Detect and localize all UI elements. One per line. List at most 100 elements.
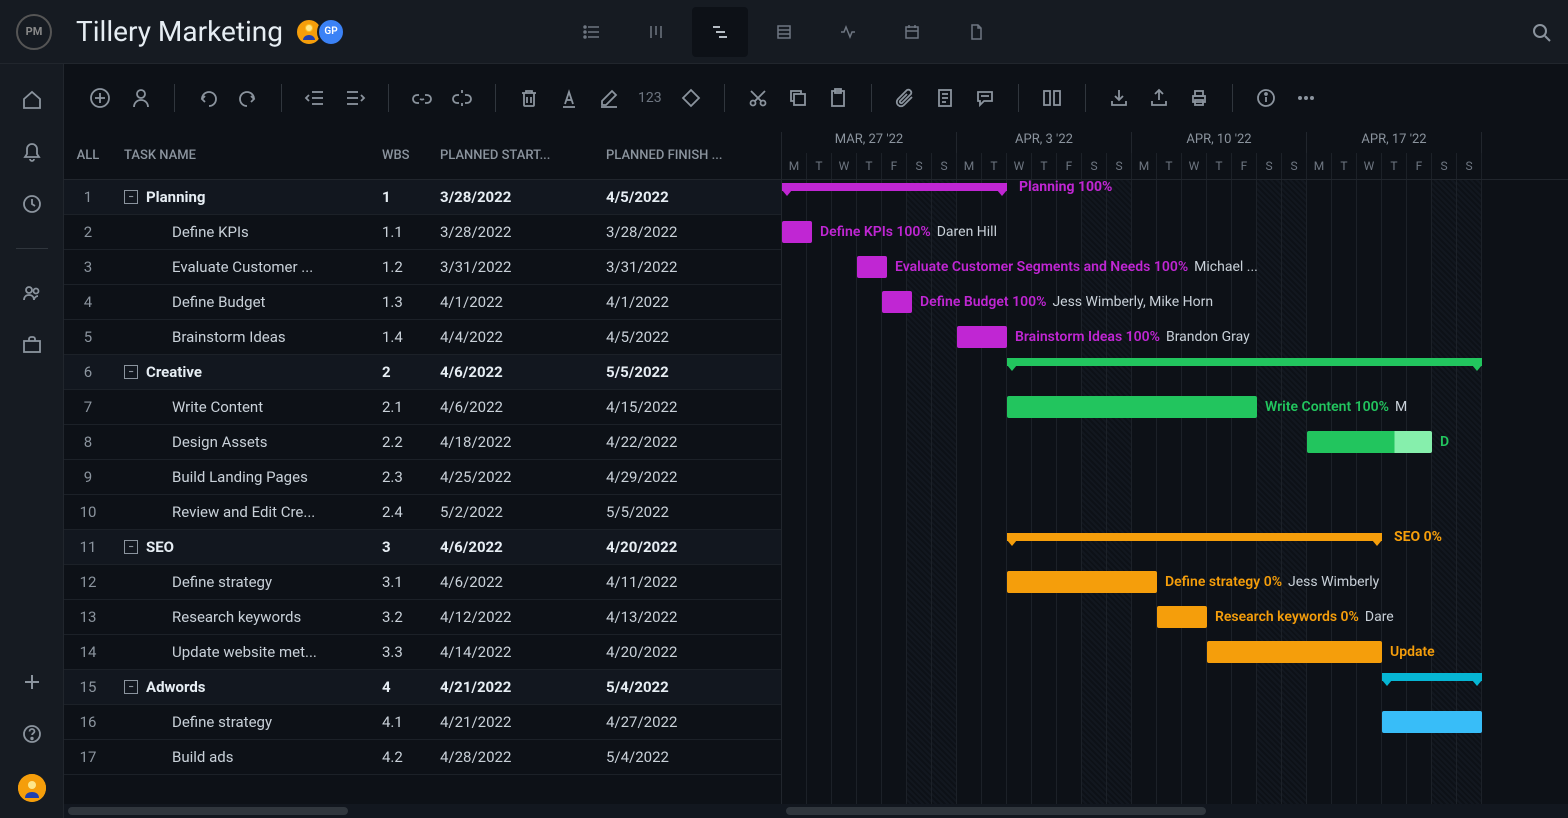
add-icon[interactable] [20,670,44,694]
columns-icon[interactable] [1041,87,1063,109]
table-row[interactable]: 7 Write Content 2.1 4/6/2022 4/15/2022 [64,390,781,425]
table-row[interactable]: 2 Define KPIs 1.1 3/28/2022 3/28/2022 [64,215,781,250]
notes-icon[interactable] [934,87,956,109]
divider [388,84,389,112]
search-icon[interactable] [1530,21,1552,43]
clock-icon[interactable] [20,192,44,216]
divider [281,84,282,112]
gantt-bar[interactable]: Write Content 100%M [1007,396,1257,418]
gantt-bar[interactable]: Planning 100% [782,183,1007,191]
table-row[interactable]: 12 Define strategy 3.1 4/6/2022 4/11/202… [64,565,781,600]
col-task-name[interactable]: TASK NAME [112,148,374,163]
gantt-bar[interactable]: Research keywords 0%Dare [1157,606,1207,628]
undo-icon[interactable] [197,87,219,109]
export-icon[interactable] [1148,87,1170,109]
view-calendar-icon[interactable] [884,7,940,57]
person-icon[interactable] [130,87,152,109]
help-icon[interactable] [20,722,44,746]
indent-icon[interactable] [344,87,366,109]
gantt-bar[interactable]: Define KPIs 100%Daren Hill [782,221,812,243]
table-row[interactable]: 6 −Creative 2 4/6/2022 5/5/2022 [64,355,781,390]
col-planned-finish[interactable]: PLANNED FINISH ... [598,148,764,163]
info-icon[interactable] [1255,87,1277,109]
app-logo[interactable]: PM [16,14,52,50]
divider [1232,84,1233,112]
team-icon[interactable] [20,281,44,305]
divider [724,84,725,112]
table-row[interactable]: 16 Define strategy 4.1 4/21/2022 4/27/20… [64,705,781,740]
copy-icon[interactable] [787,87,809,109]
col-planned-start[interactable]: PLANNED START... [432,148,598,163]
outdent-icon[interactable] [304,87,326,109]
divider [16,248,48,249]
comment-icon[interactable] [974,87,996,109]
divider [495,84,496,112]
redo-icon[interactable] [237,87,259,109]
table-row[interactable]: 11 −SEO 3 4/6/2022 4/20/2022 [64,530,781,565]
paste-icon[interactable] [827,87,849,109]
gantt-bar[interactable] [1382,711,1482,733]
view-gantt-icon[interactable] [692,7,748,57]
avatar-stack[interactable]: GP [301,18,345,46]
user-avatar[interactable] [18,774,46,802]
table-row[interactable]: 8 Design Assets 2.2 4/18/2022 4/22/2022 [64,425,781,460]
table-row[interactable]: 5 Brainstorm Ideas 1.4 4/4/2022 4/5/2022 [64,320,781,355]
gantt-chart: MAR, 27 '22APR, 3 '22APR, 10 '22APR, 17 … [782,132,1568,818]
table-row[interactable]: 14 Update website met... 3.3 4/14/2022 4… [64,635,781,670]
gantt-body[interactable]: Planning 100% Define KPIs 100%Daren Hill E… [782,180,1568,818]
gantt-bar[interactable]: Evaluate Customer Segments and Needs 100… [857,256,887,278]
view-doc-icon[interactable] [948,7,1004,57]
table-row[interactable]: 13 Research keywords 3.2 4/12/2022 4/13/… [64,600,781,635]
gantt-bar[interactable] [1382,673,1482,681]
clear-format-icon[interactable] [598,87,620,109]
gantt-bar[interactable]: D [1307,431,1432,453]
divider [871,84,872,112]
briefcase-icon[interactable] [20,333,44,357]
toolbar-number: 123 [638,90,662,106]
gantt-bar[interactable]: Brainstorm Ideas 100%Brandon Gray [957,326,1007,348]
view-board-icon[interactable] [628,7,684,57]
gantt-bar[interactable]: SEO 0% [1007,533,1382,541]
text-color-icon[interactable] [558,87,580,109]
cut-icon[interactable] [747,87,769,109]
divider [174,84,175,112]
gantt-bar[interactable]: Define strategy 0%Jess Wimberly [1007,571,1157,593]
unlink-icon[interactable] [451,87,473,109]
topbar: PM Tillery Marketing GP [0,0,1568,64]
table-row[interactable]: 15 −Adwords 4 4/21/2022 5/4/2022 [64,670,781,705]
add-task-icon[interactable] [88,86,112,110]
home-icon[interactable] [20,88,44,112]
link-icon[interactable] [411,87,433,109]
sidebar [0,64,64,818]
table-row[interactable]: 10 Review and Edit Cre... 2.4 5/2/2022 5… [64,495,781,530]
bell-icon[interactable] [20,140,44,164]
view-list-icon[interactable] [564,7,620,57]
h-scrollbar[interactable] [782,804,1568,818]
col-wbs[interactable]: WBS [374,148,432,163]
grid-body[interactable]: 1 −Planning 1 3/28/2022 4/5/20222 Define… [64,180,781,818]
diamond-icon[interactable] [680,87,702,109]
table-row[interactable]: 9 Build Landing Pages 2.3 4/25/2022 4/29… [64,460,781,495]
more-icon[interactable] [1295,87,1317,109]
table-row[interactable]: 4 Define Budget 1.3 4/1/2022 4/1/2022 [64,285,781,320]
gantt-header: MAR, 27 '22APR, 3 '22APR, 10 '22APR, 17 … [782,132,1568,180]
attach-icon[interactable] [894,87,916,109]
trash-icon[interactable] [518,87,540,109]
project-title[interactable]: Tillery Marketing [76,15,283,48]
view-sheet-icon[interactable] [756,7,812,57]
main: ALL TASK NAME WBS PLANNED START... PLANN… [64,132,1568,818]
print-icon[interactable] [1188,87,1210,109]
gantt-bar[interactable] [1007,358,1482,366]
table-row[interactable]: 3 Evaluate Customer ... 1.2 3/31/2022 3/… [64,250,781,285]
gantt-bar[interactable]: Define Budget 100%Jess Wimberly, Mike Ho… [882,291,912,313]
avatar[interactable]: GP [317,18,345,46]
gantt-bar[interactable]: Update [1207,641,1382,663]
col-all[interactable]: ALL [64,148,112,163]
task-grid: ALL TASK NAME WBS PLANNED START... PLANN… [64,132,782,818]
grid-header: ALL TASK NAME WBS PLANNED START... PLANN… [64,132,781,180]
view-tabs [564,7,1004,57]
view-activity-icon[interactable] [820,7,876,57]
table-row[interactable]: 1 −Planning 1 3/28/2022 4/5/2022 [64,180,781,215]
table-row[interactable]: 17 Build ads 4.2 4/28/2022 5/4/2022 [64,740,781,775]
import-icon[interactable] [1108,87,1130,109]
